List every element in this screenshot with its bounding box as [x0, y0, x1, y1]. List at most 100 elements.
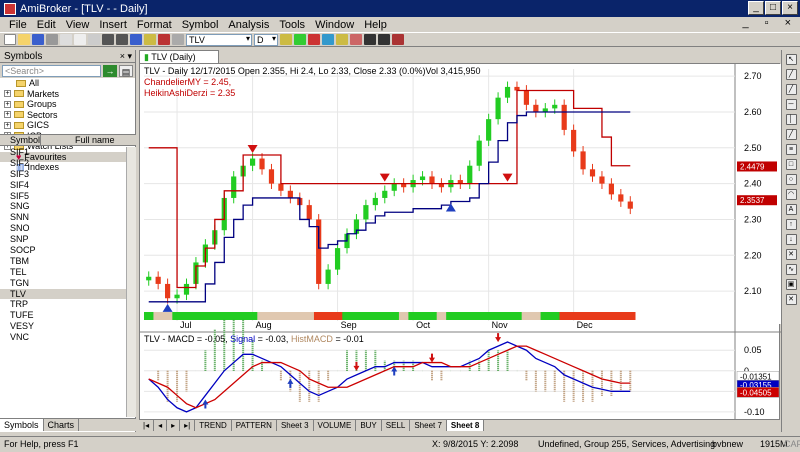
tree-item[interactable]: + Sectors	[0, 110, 135, 121]
zoom-out-icon[interactable]	[294, 34, 306, 45]
back-icon[interactable]	[102, 34, 114, 45]
sheet-tab[interactable]: TREND	[195, 420, 232, 431]
symbol-list-item[interactable]: TRP	[0, 299, 126, 310]
sheet-nav-prev-icon[interactable]: ◂	[154, 420, 168, 431]
pencil-icon[interactable]	[350, 34, 362, 45]
symbol-list-item[interactable]: SNG	[0, 201, 126, 212]
panel-close-icon[interactable]: × ▾	[120, 50, 132, 63]
search-go-icon[interactable]: →	[103, 64, 117, 77]
tree-item[interactable]: + GICS	[0, 120, 135, 131]
symbol-list-item[interactable]: VNC	[0, 332, 126, 343]
sheet-tab[interactable]: BUY	[356, 420, 382, 431]
sheet-tab[interactable]: Sheet 7	[410, 420, 447, 431]
rect-icon[interactable]: □	[785, 159, 797, 170]
new-icon[interactable]	[4, 34, 16, 45]
mdi-minimize-icon[interactable]: _	[738, 17, 754, 29]
arc-icon[interactable]: ◠	[785, 189, 797, 200]
sheet-nav-last-icon[interactable]: ▸|	[180, 420, 196, 431]
symbol-list-item[interactable]: SNN	[0, 212, 126, 223]
delete-icon[interactable]: ✕	[785, 294, 797, 305]
menu-analysis[interactable]: Analysis	[223, 19, 274, 31]
symbol-list-scrollbar[interactable]	[126, 147, 136, 417]
col-symbol[interactable]: Symbol	[0, 135, 40, 145]
tab-charts[interactable]: Charts	[44, 419, 80, 431]
bar-icon[interactable]	[144, 34, 156, 45]
menu-symbol[interactable]: Symbol	[177, 19, 224, 31]
ray-icon[interactable]	[378, 34, 390, 45]
menu-format[interactable]: Format	[132, 19, 177, 31]
cursor-icon[interactable]: ↖	[785, 54, 797, 65]
open-icon[interactable]	[18, 34, 30, 45]
minimize-button[interactable]: _	[748, 1, 764, 15]
copy-icon[interactable]	[74, 34, 86, 45]
save-icon[interactable]	[32, 34, 44, 45]
info-icon[interactable]	[130, 34, 142, 45]
close-button[interactable]: ×	[782, 1, 798, 15]
trendline-icon[interactable]: ╱	[785, 69, 797, 80]
symbol-list-item[interactable]: SNO	[0, 223, 126, 234]
symbol-list-item[interactable]: SIF5	[0, 191, 126, 202]
line-icon[interactable]	[364, 34, 376, 45]
maximize-button[interactable]: □	[765, 1, 781, 15]
ellipse-icon[interactable]: ○	[785, 174, 797, 185]
forward-icon[interactable]	[116, 34, 128, 45]
sheet-tab[interactable]: VOLUME	[314, 420, 357, 431]
symbol-list-item[interactable]: TBM	[0, 256, 126, 267]
chart-window[interactable]: 2.70 2.60 2.50 2.40 2.30 2.20 2.10 Jul Aug Sep Oct…	[139, 63, 781, 421]
paste-icon[interactable]	[88, 34, 100, 45]
hand-icon[interactable]	[322, 34, 334, 45]
hline-icon[interactable]: ─	[785, 99, 797, 110]
symbol-list-item[interactable]: SIF1	[0, 147, 126, 158]
menu-file[interactable]: File	[4, 19, 32, 31]
symbol-list-item[interactable]: TEL	[0, 267, 126, 278]
col-fullname[interactable]: Full name	[40, 135, 115, 145]
gann-icon[interactable]: ✕	[785, 249, 797, 260]
sheet-nav-first-icon[interactable]: |◂	[139, 420, 155, 431]
sheet-tab[interactable]: SELL	[382, 420, 411, 431]
symbol-list-item[interactable]: VESY	[0, 321, 126, 332]
vline-icon[interactable]: │	[785, 114, 797, 125]
symbol-list-item[interactable]: TGN	[0, 278, 126, 289]
symbol-list-item[interactable]: TUFE	[0, 310, 126, 321]
mdi-close-icon[interactable]: ×	[780, 17, 796, 29]
tree-item[interactable]: + Markets	[0, 89, 135, 100]
zoom-in-icon[interactable]	[280, 34, 292, 45]
channel-icon[interactable]: ╱	[785, 129, 797, 140]
menu-edit[interactable]: Edit	[32, 19, 61, 31]
symbol-list-item[interactable]: SOCP	[0, 245, 126, 256]
symbol-list-item[interactable]: SIF3	[0, 169, 126, 180]
cut-icon[interactable]	[60, 34, 72, 45]
mdi-restore-icon[interactable]: ▫	[760, 17, 774, 29]
menu-tools[interactable]: Tools	[274, 19, 310, 31]
symbol-list-item[interactable]: SIF4	[0, 180, 126, 191]
square-icon[interactable]: ▣	[785, 279, 797, 290]
arrow-down-icon[interactable]: ↓	[785, 234, 797, 245]
menu-window[interactable]: Window	[310, 19, 359, 31]
chart-tab[interactable]: ▮ TLV (Daily)	[139, 50, 219, 63]
sheet-tab[interactable]: Sheet 3	[277, 420, 314, 431]
sheet-tab[interactable]: PATTERN	[232, 420, 277, 431]
symbol-list-item[interactable]: SNP	[0, 234, 126, 245]
magnify-icon[interactable]	[172, 34, 184, 45]
menu-help[interactable]: Help	[359, 19, 392, 31]
chart-canvas[interactable]: 2.70 2.60 2.50 2.40 2.30 2.20 2.10 Jul Aug Sep Oct…	[140, 64, 781, 421]
print-icon[interactable]	[46, 34, 58, 45]
sheet-tab[interactable]: Sheet 8	[446, 420, 485, 431]
candle-icon[interactable]	[158, 34, 170, 45]
menu-insert[interactable]: Insert	[94, 19, 132, 31]
interval-combo[interactable]: D	[254, 33, 278, 46]
tool-icon[interactable]	[336, 34, 348, 45]
fib-icon[interactable]: ≡	[785, 144, 797, 155]
tab-symbols[interactable]: Symbols	[0, 419, 44, 431]
arrow-icon[interactable]	[308, 34, 320, 45]
filter-icon[interactable]: ▤	[119, 64, 133, 77]
magnet-icon[interactable]	[392, 34, 404, 45]
menu-view[interactable]: View	[61, 19, 95, 31]
text-icon[interactable]: A	[785, 204, 797, 215]
symbol-combo[interactable]: TLV	[186, 33, 252, 46]
tree-item[interactable]: All	[0, 78, 135, 89]
cycle-icon[interactable]: ∿	[785, 264, 797, 275]
ray-icon[interactable]: ╱	[785, 84, 797, 95]
tree-item[interactable]: + Groups	[0, 99, 135, 110]
symbol-list-item[interactable]: SIF2	[0, 158, 126, 169]
